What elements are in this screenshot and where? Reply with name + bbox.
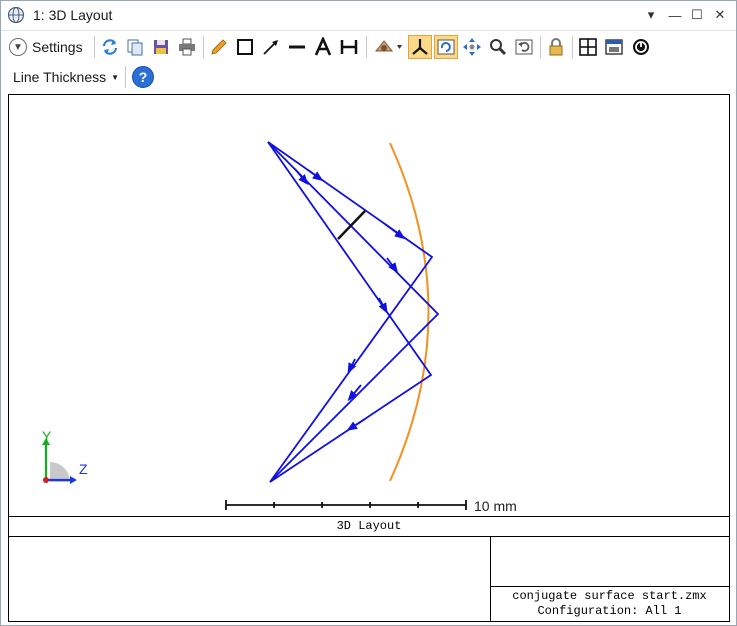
axes-icon[interactable] <box>408 35 432 59</box>
title-bar: 1: 3D Layout ▾ — ☐ ✕ <box>1 1 736 31</box>
settings-label: Settings <box>32 39 83 55</box>
window-title: 1: 3D Layout <box>33 7 113 23</box>
lock-icon[interactable] <box>544 35 568 59</box>
maximize-button[interactable]: ☐ <box>687 5 707 25</box>
save-icon[interactable] <box>149 35 173 59</box>
rectangle-icon[interactable] <box>233 35 257 59</box>
dimension-icon[interactable] <box>337 35 361 59</box>
copy-icon[interactable] <box>123 35 147 59</box>
toolbar-separator <box>540 36 541 58</box>
print-icon[interactable] <box>175 35 199 59</box>
axis-y-label: Y <box>42 428 52 444</box>
footer-configuration: Configuration: All 1 <box>537 604 682 618</box>
layout-drawing: Y Z <box>42 141 467 510</box>
rotate-view-icon[interactable] <box>371 35 405 59</box>
text-icon[interactable] <box>311 35 335 59</box>
ray-arrows <box>294 168 406 431</box>
footer-divider <box>9 516 729 517</box>
toolbar-separator <box>203 36 204 58</box>
toolbar-separator <box>94 36 95 58</box>
zoom-icon[interactable] <box>486 35 510 59</box>
main-toolbar: ▼ Settings <box>1 31 736 62</box>
mirror-surface <box>389 142 430 482</box>
zemax-app-icon <box>7 6 25 24</box>
line-thickness-dropdown[interactable]: Line Thickness ▼ <box>13 69 119 85</box>
secondary-toolbar: Line Thickness ▼ ? <box>1 63 736 93</box>
toolbar-separator <box>366 36 367 58</box>
layout-window: 1: 3D Layout ▾ — ☐ ✕ ▼ Settings Line Thi… <box>0 0 737 626</box>
chevron-down-icon: ▼ <box>9 38 27 56</box>
arrow-line-icon[interactable] <box>259 35 283 59</box>
footer-filename: conjugate surface start.zmx <box>512 589 707 603</box>
line-thickness-label: Line Thickness <box>13 69 107 85</box>
pan-icon[interactable] <box>460 35 484 59</box>
caret-down-icon: ▼ <box>111 72 120 82</box>
toolbar-separator <box>125 66 126 88</box>
layout-grid-icon[interactable] <box>576 35 600 59</box>
scale-label: 10 mm <box>474 498 517 514</box>
footer-title: 3D Layout <box>336 519 402 533</box>
help-icon[interactable]: ? <box>132 66 154 88</box>
clock-icon[interactable] <box>629 35 653 59</box>
ray-fan <box>267 141 440 483</box>
settings-button[interactable]: ▼ Settings <box>9 35 83 59</box>
close-button[interactable]: ✕ <box>710 5 730 25</box>
minimize-button[interactable]: — <box>665 5 685 25</box>
footer-divider <box>9 536 729 537</box>
footer-divider <box>490 586 729 587</box>
window-menu-button[interactable]: ▾ <box>641 5 661 25</box>
window-icon[interactable] <box>602 35 626 59</box>
rotate-icon[interactable] <box>434 35 458 59</box>
toolbar-separator <box>572 36 573 58</box>
axis-triad: Y Z <box>42 428 88 484</box>
refresh-icon[interactable] <box>98 35 122 59</box>
scale-bar <box>225 500 467 510</box>
line-icon[interactable] <box>285 35 309 59</box>
reset-view-icon[interactable] <box>512 35 536 59</box>
pencil-icon[interactable] <box>207 35 231 59</box>
plot-area: Y Z 10 mm 3D Layout conjugate surface st… <box>8 94 730 622</box>
axis-z-label: Z <box>79 461 88 477</box>
